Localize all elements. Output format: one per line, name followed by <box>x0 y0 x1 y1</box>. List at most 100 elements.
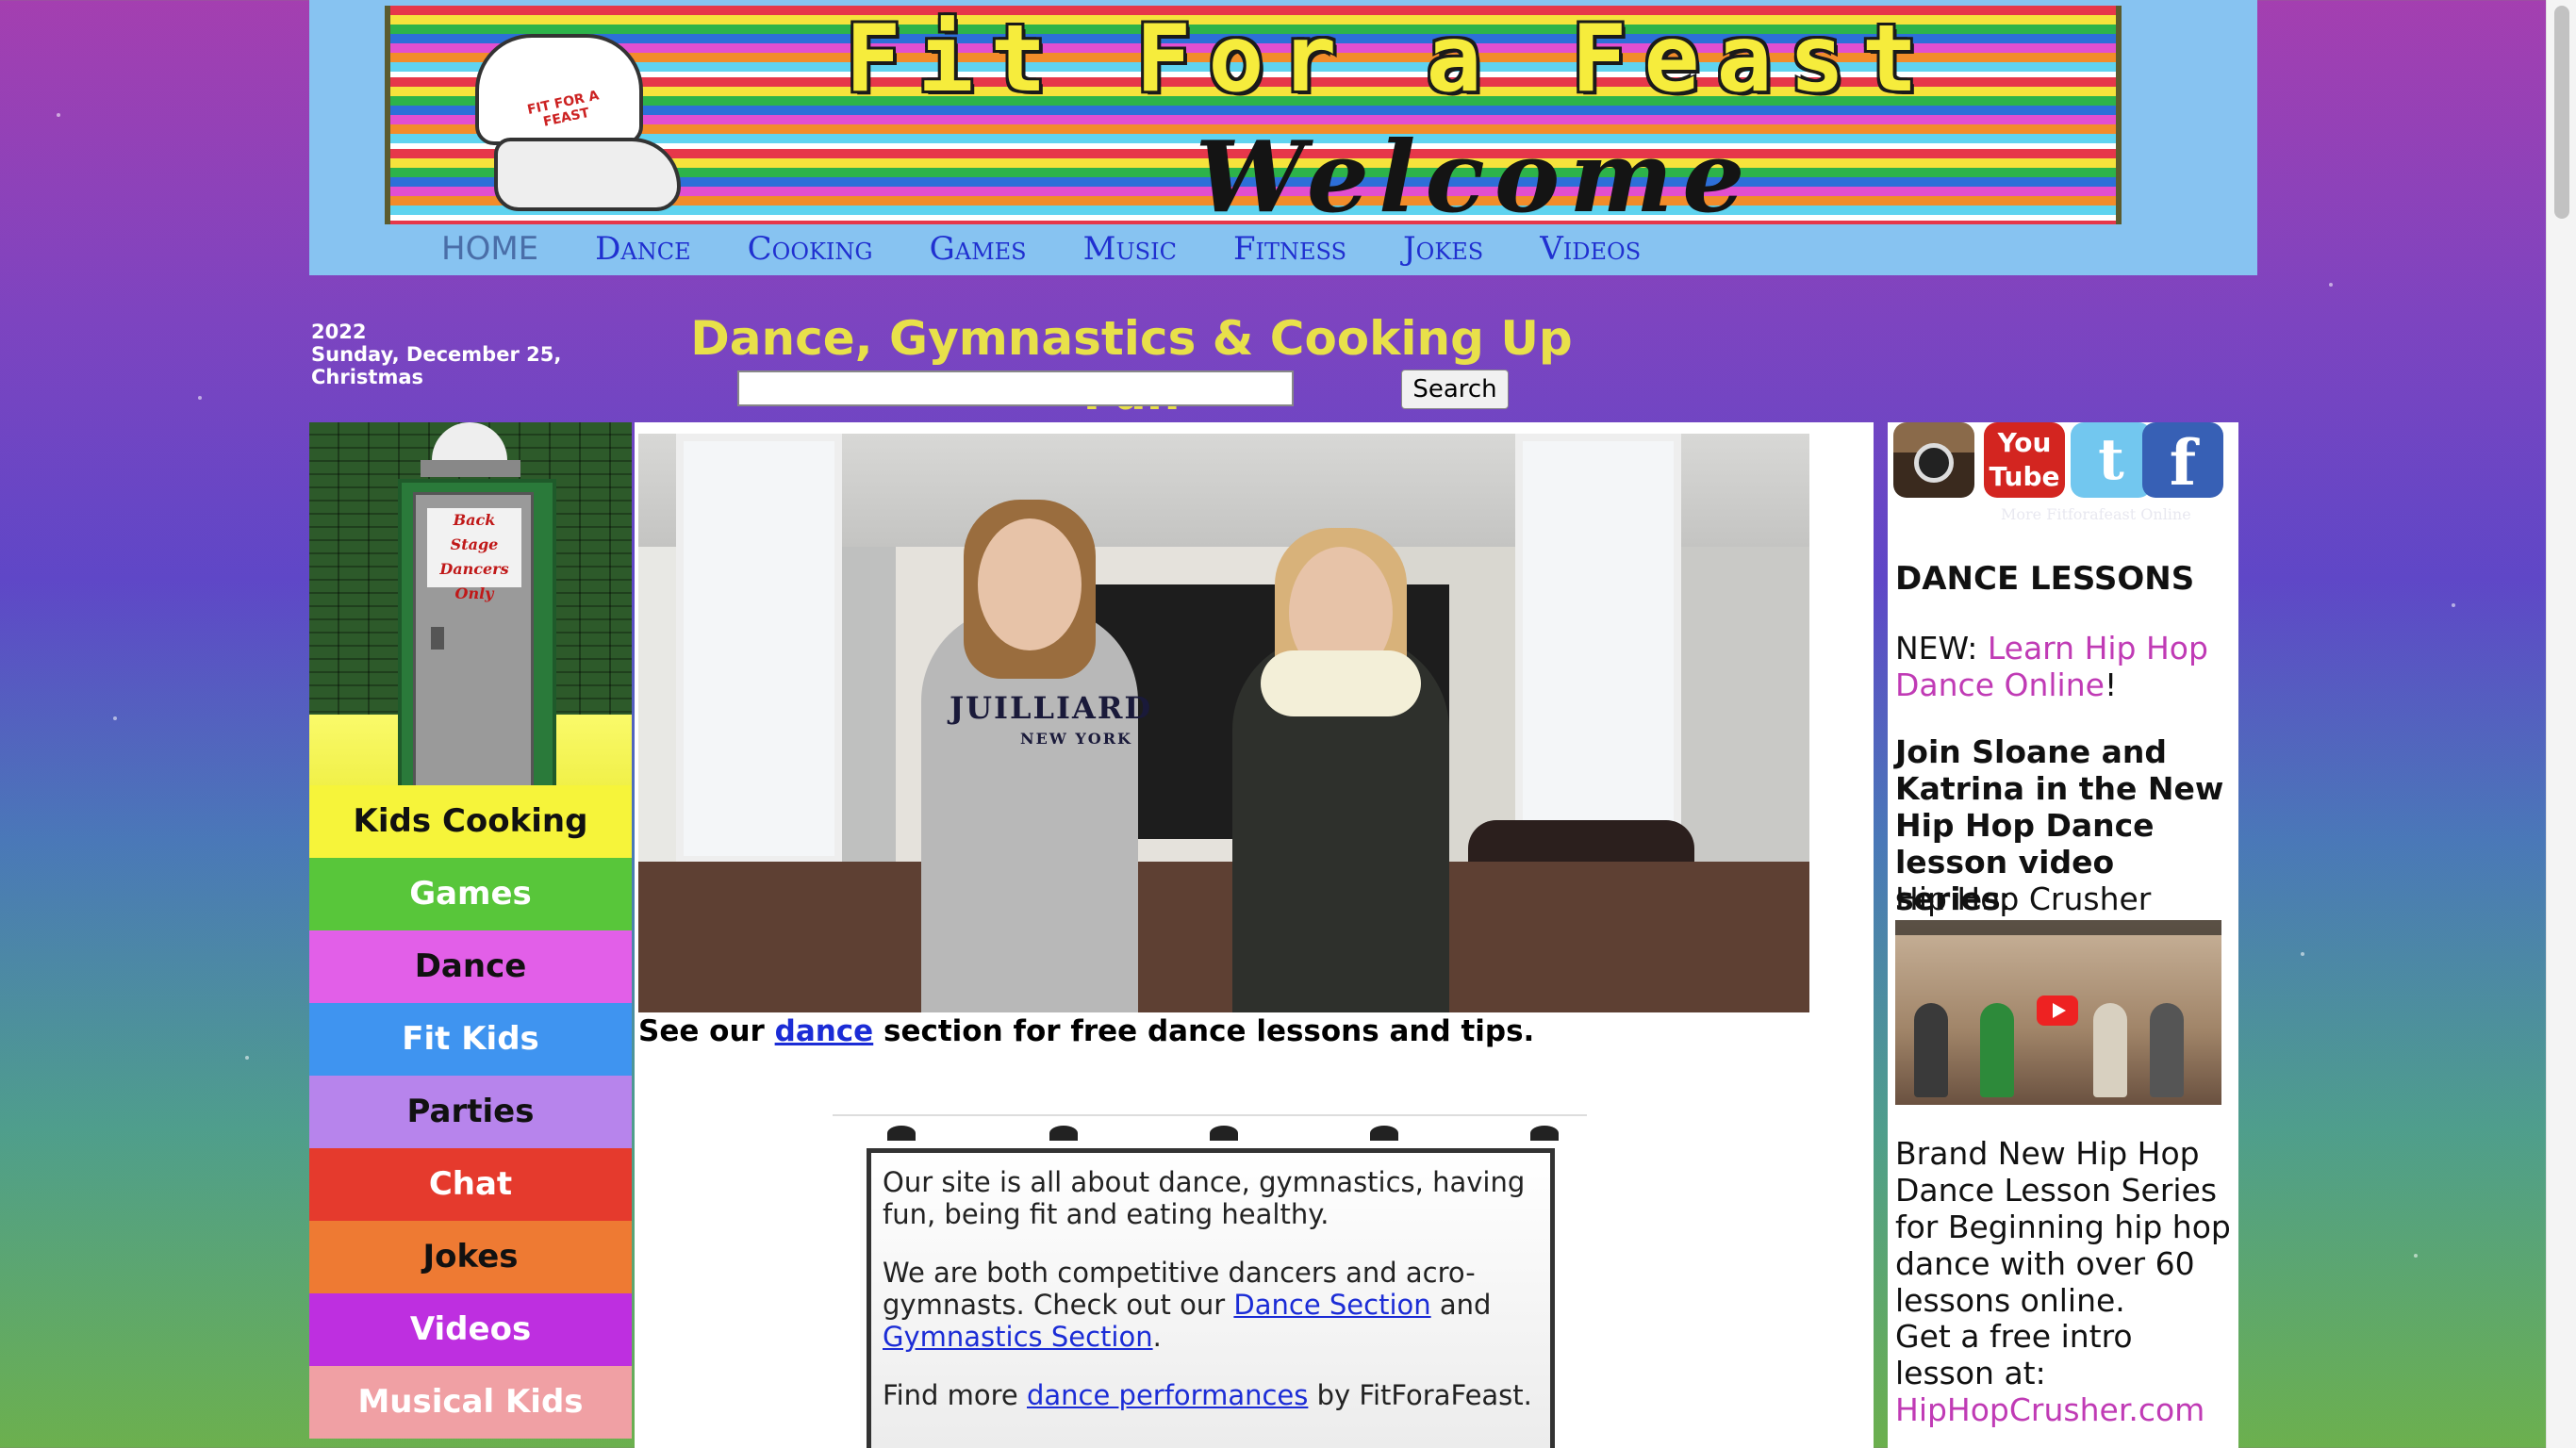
dance-lessons-heading: DANCE LESSONS <box>1895 560 2195 598</box>
sidebar-item-games[interactable]: Games <box>309 858 632 930</box>
bg-star <box>2414 1254 2418 1258</box>
video-dancer <box>2150 1003 2184 1097</box>
door-sign-line: Dancers <box>439 560 509 578</box>
door-sign: Back Stage Dancers Only <box>427 508 521 602</box>
about-p3-end: by FitForaFeast. <box>1308 1379 1532 1411</box>
sidebar-item-videos[interactable]: Videos <box>309 1293 632 1366</box>
video-dancer <box>1980 1003 2014 1097</box>
brand-new-series-text: Brand New Hip Hop Dance Lesson Series fo… <box>1895 1135 2231 1319</box>
room-window <box>1515 434 1681 864</box>
bg-star <box>2329 283 2333 287</box>
lamp-base <box>421 460 520 477</box>
main-content: JUILLIARD NEW YORK See our dance section… <box>635 422 1874 1448</box>
caption-dance-link[interactable]: dance <box>775 1014 874 1048</box>
hoodie-text: JUILLIARD <box>949 690 1153 726</box>
banner-welcome: Welcome <box>1195 119 1755 224</box>
hanger-hook-icon <box>1210 1126 1238 1141</box>
caption-pre: See our <box>638 1014 775 1048</box>
nav-cooking[interactable]: Cooking <box>748 230 873 272</box>
door-handle-icon <box>431 627 444 650</box>
dance-performances-link[interactable]: dance performances <box>1027 1379 1308 1411</box>
instagram-icon[interactable] <box>1893 422 1974 498</box>
hanger-hook-icon <box>1049 1126 1078 1141</box>
about-paragraph-2: We are both competitive dancers and acro… <box>883 1257 1539 1353</box>
backstage-door: Back Stage Dancers Only <box>413 492 534 794</box>
sneaker-icon <box>494 138 681 211</box>
nav-home[interactable]: HOME <box>441 230 538 272</box>
youtube-icon[interactable]: You Tube <box>1984 422 2065 498</box>
bg-star <box>198 396 202 400</box>
sidebar-item-kids-cooking[interactable]: Kids Cooking <box>309 785 632 858</box>
new-post: ! <box>2104 666 2118 703</box>
hiphopcrusher-link-wrap: HipHopCrusher.com <box>1895 1391 2235 1428</box>
bg-star <box>57 113 60 117</box>
door-sign-line: Only <box>454 584 494 602</box>
hip-hop-crusher-video-thumbnail[interactable] <box>1895 920 2221 1105</box>
sidebar-item-jokes[interactable]: Jokes <box>309 1221 632 1293</box>
series-name: Hip Hop Crusher <box>1895 880 2152 917</box>
dance-section-link[interactable]: Dance Section <box>1233 1289 1430 1321</box>
top-navigation: HOME Dance Cooking Games Music Fitness J… <box>441 230 1697 272</box>
sidebar-item-fit-kids[interactable]: Fit Kids <box>309 1003 632 1076</box>
site-header: FIT FOR A FEAST Fit For a Feast Welcome … <box>309 0 2257 275</box>
hoodie-subtext: NEW YORK <box>1020 730 1132 748</box>
video-dancer <box>1914 1003 1948 1097</box>
page-scrollbar[interactable] <box>2546 0 2576 1448</box>
dancer-left-face <box>978 518 1082 650</box>
caption-post: section for free dance lessons and tips. <box>873 1014 1535 1048</box>
about-p3-text: Find more <box>883 1379 1027 1411</box>
right-sidebar: You Tube t f More Fitforafeast Online DA… <box>1888 422 2238 1448</box>
hanger-hook-icon <box>1530 1126 1559 1141</box>
about-info-box: Our site is all about dance, gymnastics,… <box>867 1148 1555 1448</box>
hero-video-frame[interactable]: JUILLIARD NEW YORK <box>638 434 1809 1012</box>
scrollbar-thumb[interactable] <box>2554 6 2569 219</box>
sidebar-item-parties[interactable]: Parties <box>309 1076 632 1148</box>
bg-star <box>2452 603 2455 607</box>
new-label: NEW: <box>1895 630 1988 666</box>
date-day: Sunday, December 25, <box>311 343 562 366</box>
nav-jokes[interactable]: Jokes <box>1403 230 1483 272</box>
sidebar-item-dance[interactable]: Dance <box>309 930 632 1003</box>
nav-videos[interactable]: Videos <box>1540 230 1641 272</box>
nav-games[interactable]: Games <box>930 230 1027 272</box>
date-year: 2022 <box>311 321 367 343</box>
door-sign-line: Back Stage <box>450 511 499 553</box>
video-dancer <box>2093 1003 2127 1097</box>
social-caption: More Fitforafeast Online <box>2001 505 2191 523</box>
bg-star <box>113 716 117 720</box>
search-button[interactable]: Search <box>1401 370 1509 409</box>
scarf <box>1261 650 1421 716</box>
gymnastics-section-link[interactable]: Gymnastics Section <box>883 1321 1153 1353</box>
hiphopcrusher-link[interactable]: HipHopCrusher.com <box>1895 1391 2204 1428</box>
date-holiday: Christmas <box>311 366 424 388</box>
about-p2-end: . <box>1152 1321 1162 1353</box>
backstage-door-image[interactable]: Back Stage Dancers Only <box>309 422 632 818</box>
divider <box>833 1114 1587 1116</box>
twitter-icon[interactable]: t <box>2071 422 2152 498</box>
sidebar-navigation: Kids Cooking Games Dance Fit Kids Partie… <box>309 785 632 1439</box>
date-display: 2022 Sunday, December 25, Christmas <box>311 321 561 388</box>
welcome-banner[interactable]: FIT FOR A FEAST Fit For a Feast Welcome <box>385 6 2122 224</box>
room-floor <box>638 862 1809 1012</box>
banner-title: Fit For a Feast <box>845 6 1935 113</box>
play-triangle-icon <box>2053 1003 2066 1018</box>
search-input[interactable] <box>737 370 1294 406</box>
hanger-hook-icon <box>1370 1126 1398 1141</box>
hanger-hook-icon <box>887 1126 916 1141</box>
room-window <box>676 434 842 864</box>
bg-star <box>2301 952 2304 956</box>
bg-star <box>245 1056 249 1060</box>
about-paragraph-3: Find more dance performances by FitForaF… <box>883 1379 1539 1411</box>
hero-caption: See our dance section for free dance les… <box>638 1014 1534 1048</box>
facebook-icon[interactable]: f <box>2142 422 2223 500</box>
sidebar-item-chat[interactable]: Chat <box>309 1148 632 1221</box>
about-paragraph-1: Our site is all about dance, gymnastics,… <box>883 1166 1526 1230</box>
nav-dance[interactable]: Dance <box>595 230 690 272</box>
nav-music[interactable]: Music <box>1083 230 1177 272</box>
sidebar-item-musical-kids[interactable]: Musical Kids <box>309 1366 632 1439</box>
new-lessons-text: NEW: Learn Hip Hop Dance Online! <box>1895 630 2235 703</box>
video-title-bar <box>1895 920 2221 935</box>
nav-fitness[interactable]: Fitness <box>1233 230 1346 272</box>
about-p2-mid: and <box>1430 1289 1492 1321</box>
free-intro-text: Get a free intro lesson at: <box>1895 1318 2133 1391</box>
